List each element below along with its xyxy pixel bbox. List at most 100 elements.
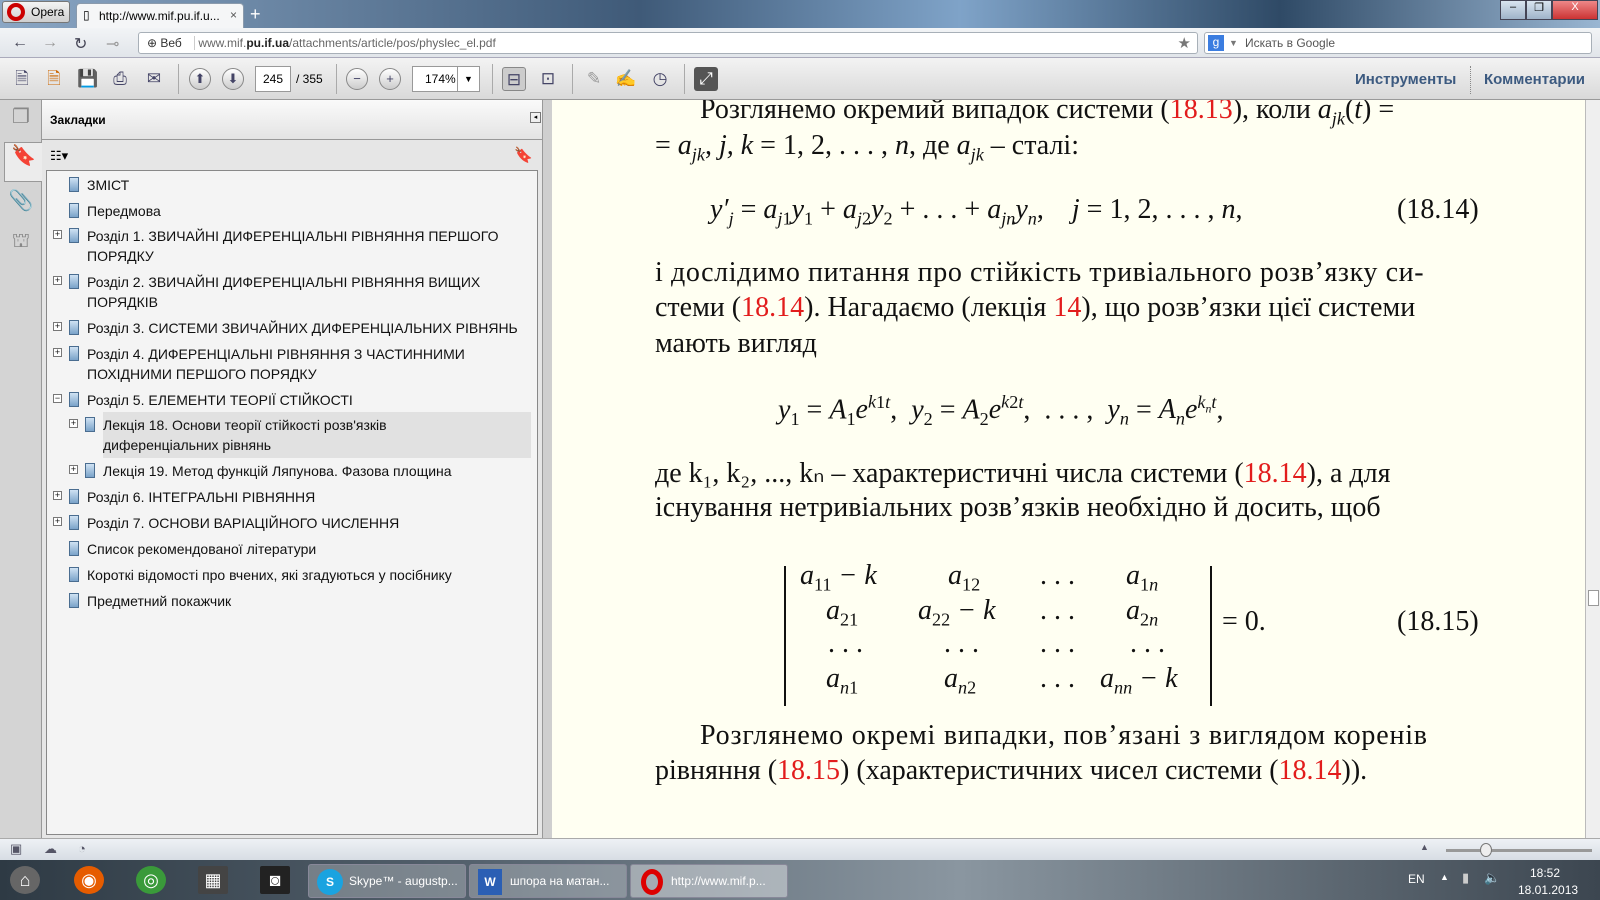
address-bar: ← → ↻ ⊸ ⊕ Веб www.mif.pu.if.ua/attachmen… [0, 28, 1600, 58]
bookmark-item[interactable]: − Розділ 5. ЕЛЕМЕНТИ ТЕОРІЇ СТІЙКОСТІ [53, 390, 353, 410]
close-tab-icon[interactable]: × [230, 8, 237, 22]
opera-menu-button[interactable]: Opera [2, 1, 70, 23]
doc-line: Розглянемо окремий випадок системи (18.1… [700, 100, 1394, 130]
expand-icon: + [53, 347, 62, 357]
page-number-input[interactable]: 245 [255, 66, 291, 92]
bookmark-item[interactable]: Короткі відомості про вчених, які згадую… [69, 565, 452, 585]
combine-icon[interactable]: 🗎 [42, 67, 66, 91]
bookmark-item[interactable]: + Розділ 2. ЗВИЧАЙНІ ДИФЕРЕНЦІАЛЬНІ РІВНЯ… [53, 272, 480, 312]
sign-icon[interactable]: ✍ [614, 67, 638, 91]
doc-line: стеми (18.14). Нагадаємо (лекція 14), що… [655, 292, 1416, 323]
tray-expand-icon[interactable]: ▲ [1440, 872, 1449, 882]
save-icon[interactable]: 💾 [76, 67, 100, 91]
close-window-button[interactable]: X [1552, 0, 1598, 20]
ref-link[interactable]: 18.14 [1244, 458, 1307, 489]
email-icon[interactable]: ✉ [142, 67, 166, 91]
options-menu-icon[interactable]: ☷▾ [50, 148, 68, 164]
history-icon[interactable]: ◷ [648, 67, 672, 91]
taskbar-opera[interactable]: http://www.mif.p... [630, 864, 788, 898]
bookmark-icon [69, 541, 79, 556]
fullscreen-icon[interactable]: ⤢ [694, 67, 718, 91]
bookmark-star-icon[interactable]: ★ [1178, 34, 1191, 52]
zoom-select[interactable]: 174% ▼ [412, 66, 480, 92]
forward-icon[interactable]: → [42, 34, 58, 52]
ref-link[interactable]: 18.14 [1279, 755, 1342, 786]
bookmark-icon [85, 463, 95, 478]
fit-width-icon[interactable]: ⊟ [502, 67, 526, 91]
zoom-in-button[interactable]: + [379, 68, 401, 90]
url-input[interactable]: ⊕ Веб www.mif.pu.if.ua/attachments/artic… [138, 32, 1198, 54]
bookmark-icon [69, 489, 79, 504]
next-page-button[interactable]: ⬇ [222, 68, 244, 90]
bookmark-item-selected[interactable]: + Лекція 18. Основи теорії стійкості розв… [69, 412, 531, 458]
expand-bookmark-icon[interactable]: 🔖 [514, 146, 533, 164]
zoom-out-button[interactable]: − [346, 68, 368, 90]
reload-icon[interactable]: ↻ [74, 34, 87, 54]
pages-icon[interactable]: ❐ [6, 104, 36, 138]
taskbar-word[interactable]: Wшпора на матан... [469, 864, 627, 898]
firefox-icon[interactable]: ◉ [74, 866, 104, 894]
ref-link[interactable]: 18.13 [1170, 100, 1233, 125]
bookmark-item[interactable]: Список рекомендованої літератури [69, 539, 316, 559]
edit-icon[interactable]: ✎ [582, 67, 606, 91]
maximize-button[interactable]: ❐ [1526, 0, 1552, 20]
expand-icon: + [53, 275, 62, 285]
chrome-icon[interactable]: ◎ [136, 866, 166, 894]
language-indicator[interactable]: EN [1408, 872, 1425, 886]
bookmark-item[interactable]: + Розділ 1. ЗВИЧАЙНІ ДИФЕРЕНЦІАЛЬНІ РІВНЯ… [53, 226, 498, 266]
equation-solutions: y1 = A1ek1t, y2 = A2ek2t, . . . , yn = A… [778, 392, 1224, 429]
tab-pdf[interactable]: ▯ http://www.mif.pu.if.u... × [76, 3, 244, 28]
fit-page-icon[interactable]: ⊡ [536, 67, 560, 91]
taskbar-skype[interactable]: S Skype™ - augustp... [308, 864, 466, 898]
matrix-row: . . . [828, 628, 863, 659]
attachments-icon[interactable]: 📎 [6, 188, 36, 222]
bookmark-item[interactable]: + Розділ 7. ОСНОВИ ВАРІАЦІЙНОГО ЧИСЛЕННЯ [53, 513, 399, 533]
key-icon[interactable]: ⊸ [106, 34, 119, 54]
bookmark-item[interactable]: Предметний покажчик [69, 591, 231, 611]
speed-icon[interactable]: ◔ [78, 841, 86, 856]
determinant-bar-left [784, 566, 786, 706]
collapse-panel-icon[interactable]: ◂ [530, 112, 541, 123]
camera-icon[interactable]: ◙ [260, 866, 290, 894]
bookmarks-icon[interactable]: 🔖 [4, 142, 42, 182]
expand-icon: + [69, 464, 78, 474]
start-icon[interactable]: ⌂ [10, 866, 40, 894]
bookmark-item[interactable]: ЗМІСТ [69, 175, 129, 195]
panel-splitter[interactable] [542, 100, 552, 838]
minimize-button[interactable]: – [1500, 0, 1526, 20]
ref-link[interactable]: 18.14 [741, 292, 804, 323]
bookmark-icon [85, 417, 95, 432]
back-icon[interactable]: ← [12, 34, 28, 52]
media-player-icon[interactable]: ▦ [198, 866, 228, 894]
bookmark-icon [69, 228, 79, 243]
new-tab-button[interactable]: + [250, 4, 261, 25]
zoom-slider-thumb[interactable] [1480, 843, 1492, 857]
turbo-icon[interactable]: ☁ [44, 841, 57, 857]
bookmark-icon [69, 567, 79, 582]
bookmark-item[interactable]: + Розділ 4. ДИФЕРЕНЦІАЛЬНІ РІВНЯННЯ З ЧАС… [53, 344, 465, 384]
clock-time[interactable]: 18:52 [1530, 866, 1560, 880]
search-input[interactable]: g ▼ Искать в Google [1204, 32, 1592, 54]
bookmark-item[interactable]: + Розділ 3. СИСТЕМИ ЗВИЧАЙНИХ ДИФЕРЕНЦІАЛ… [53, 318, 518, 338]
volume-icon[interactable]: 🔈 [1484, 870, 1500, 886]
scroll-thumb[interactable] [1588, 590, 1599, 606]
create-pdf-icon[interactable]: 🗎 [10, 67, 34, 91]
windows-taskbar: ⌂ ◉ ◎ ▦ ◙ S Skype™ - augustp... Wшпора на… [0, 860, 1600, 900]
bookmark-item[interactable]: Передмова [69, 201, 161, 221]
bookmark-item[interactable]: + Розділ 6. ІНТЕГРАЛЬНІ РІВНЯННЯ [53, 487, 315, 507]
previous-page-button[interactable]: ⬆ [189, 68, 211, 90]
print-icon[interactable]: ⎙ [108, 67, 132, 91]
bookmark-item[interactable]: + Лекція 19. Метод функцій Ляпунова. Фазо… [69, 461, 452, 481]
search-binoculars-icon[interactable]: ⛫ [6, 230, 36, 264]
vertical-scrollbar[interactable] [1585, 100, 1600, 838]
expand-icon: + [53, 516, 62, 526]
clock-date[interactable]: 18.01.2013 [1518, 883, 1578, 897]
comments-button[interactable]: Комментарии [1484, 71, 1585, 88]
ref-link[interactable]: 14 [1053, 292, 1081, 323]
web-badge[interactable]: ⊕ Веб [139, 36, 195, 50]
ref-link[interactable]: 18.15 [777, 755, 840, 786]
tools-button[interactable]: Инструменты [1355, 71, 1456, 88]
panel-toggle-icon[interactable]: ▣ [10, 841, 22, 857]
battery-icon[interactable]: ▮ [1462, 870, 1469, 886]
zoom-slider[interactable] [1446, 849, 1592, 852]
